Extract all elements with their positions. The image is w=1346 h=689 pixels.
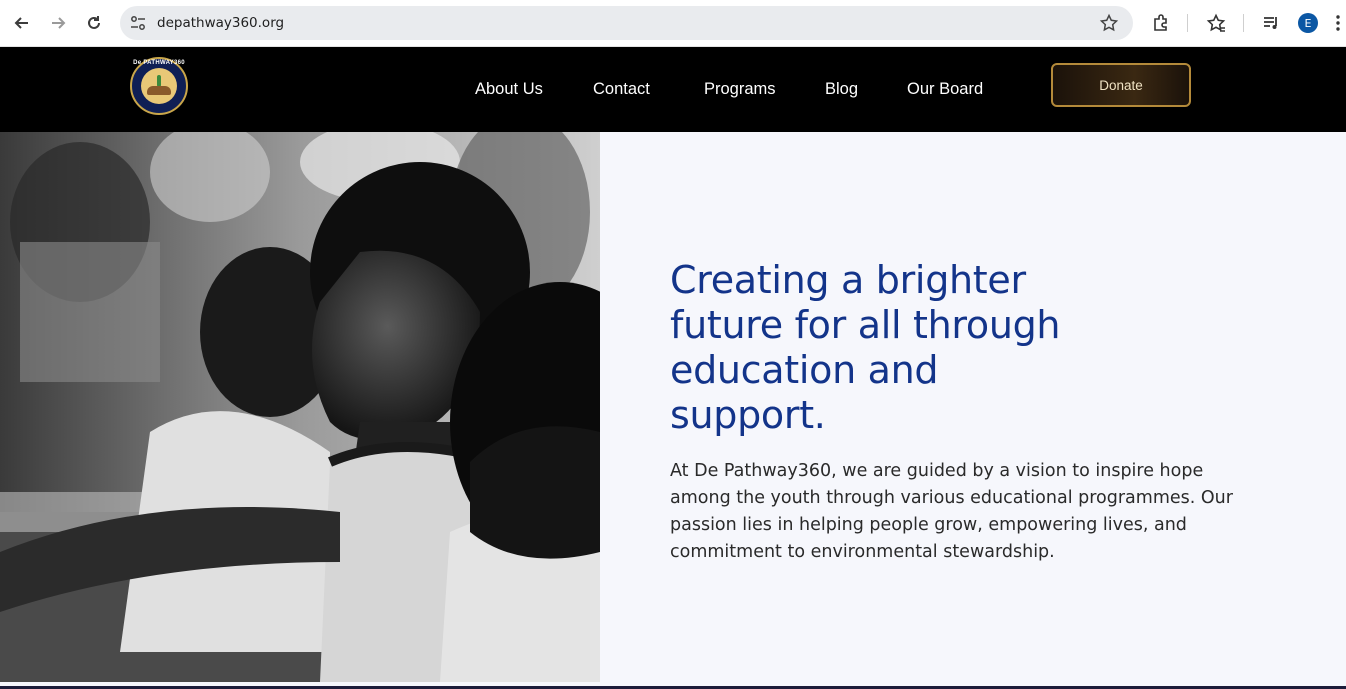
headline-line: future for all through: [670, 303, 1061, 347]
menu-icon: [1336, 15, 1340, 31]
back-icon: [14, 17, 28, 29]
headline-line: Creating a brighter: [670, 258, 1026, 302]
address-bar[interactable]: depathway360.org: [120, 6, 1133, 40]
bookmarks-icon: [1206, 13, 1226, 32]
nav-our-board[interactable]: Our Board: [907, 80, 983, 99]
url-text[interactable]: depathway360.org: [157, 15, 284, 31]
site-header: De PATHWAY360 About Us Contact Programs …: [0, 47, 1346, 132]
headline-line: support.: [670, 393, 826, 437]
nav-about-us[interactable]: About Us: [475, 80, 543, 99]
browser-toolbar: depathway360.org E: [0, 0, 1346, 47]
nav-programs[interactable]: Programs: [704, 80, 776, 99]
hero-description: At De Pathway360, we are guided by a vis…: [670, 458, 1270, 566]
bookmark-star-icon[interactable]: [1099, 13, 1119, 33]
toolbar-separator: [1243, 14, 1244, 32]
nav-blog[interactable]: Blog: [825, 80, 858, 99]
back-button[interactable]: [10, 11, 34, 35]
reload-icon: [88, 16, 100, 29]
extensions-button[interactable]: [1150, 12, 1172, 34]
browser-menu-button[interactable]: [1332, 12, 1344, 34]
toolbar-separator: [1187, 14, 1188, 32]
site-info-icon[interactable]: [129, 14, 147, 32]
headline-line: education and: [670, 348, 939, 392]
hero-photo: [0, 132, 600, 682]
site-logo[interactable]: De PATHWAY360: [130, 57, 188, 115]
description-line: passion lies in helping people grow, emp…: [670, 515, 1187, 535]
hero-headline: Creating a brighter future for all throu…: [670, 258, 1110, 438]
profile-avatar[interactable]: E: [1298, 13, 1318, 33]
description-line: among the youth through various educatio…: [670, 488, 1233, 508]
bookmarks-button[interactable]: [1205, 12, 1227, 34]
media-button[interactable]: [1260, 12, 1282, 34]
media-icon: [1264, 17, 1277, 29]
description-line: commitment to environmental stewardship.: [670, 542, 1055, 562]
donate-button[interactable]: Donate: [1051, 63, 1191, 107]
logo-emblem: [141, 68, 177, 104]
extensions-icon: [1154, 14, 1167, 31]
forward-button[interactable]: [46, 11, 70, 35]
reload-button[interactable]: [82, 11, 106, 35]
logo-text: De PATHWAY360: [133, 60, 185, 66]
nav-contact[interactable]: Contact: [593, 80, 650, 99]
forward-icon: [52, 17, 66, 29]
description-line: At De Pathway360, we are guided by a vis…: [670, 461, 1204, 481]
bottom-strip: [0, 682, 1346, 689]
